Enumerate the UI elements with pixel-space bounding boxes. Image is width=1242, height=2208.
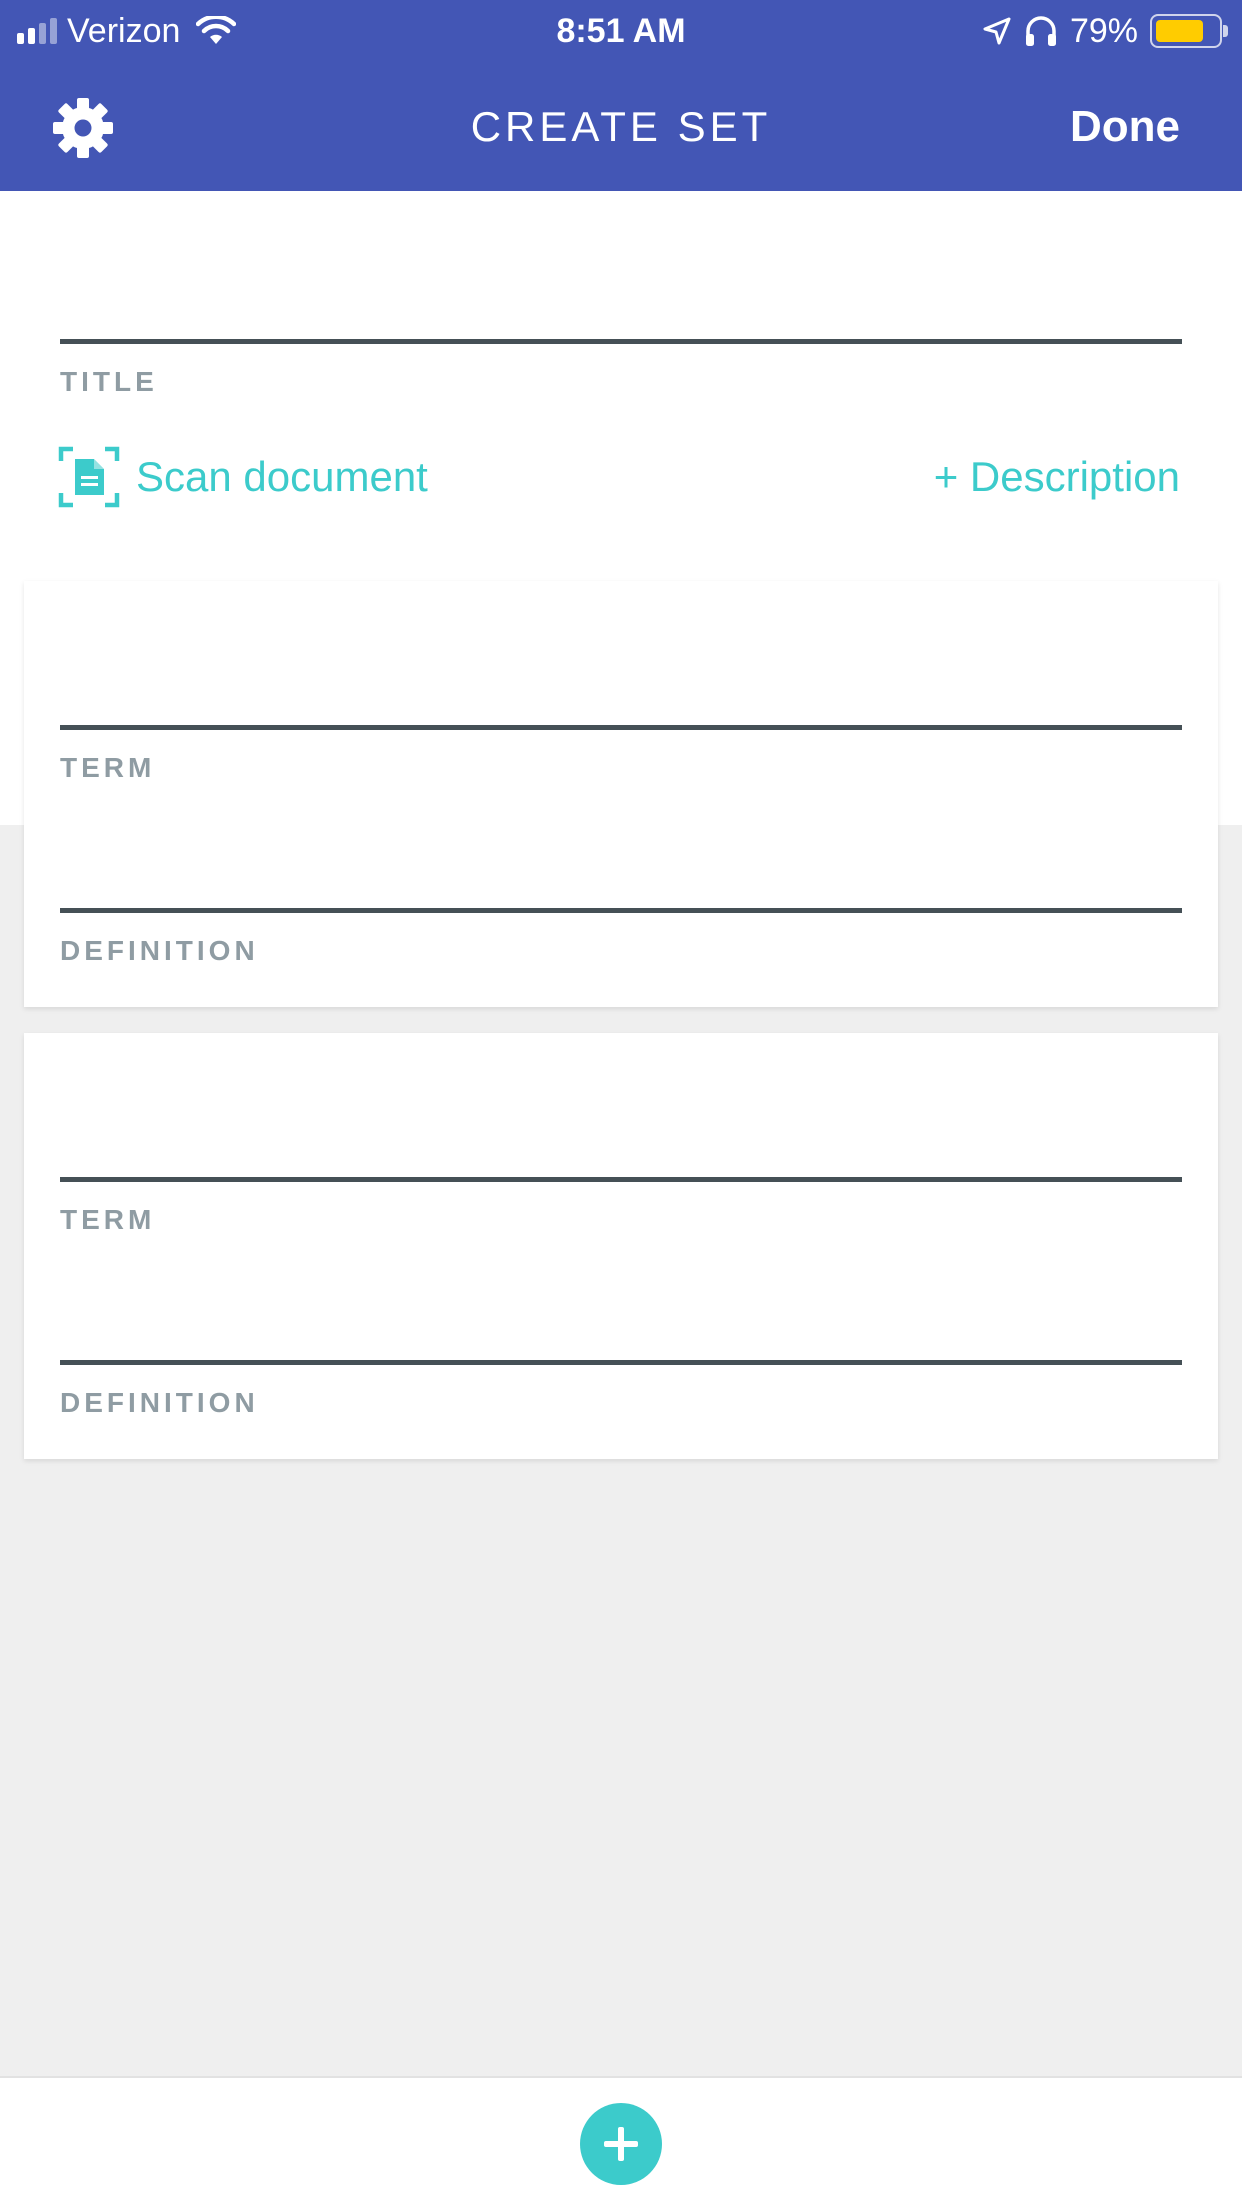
term-input[interactable] xyxy=(60,1078,1182,1148)
scan-document-label: Scan document xyxy=(136,453,428,500)
status-right: 79% xyxy=(982,8,1228,54)
add-description-button[interactable]: + Description xyxy=(934,449,1180,505)
battery-body xyxy=(1150,14,1222,48)
definition-field-underline xyxy=(60,1360,1182,1365)
definition-input[interactable] xyxy=(60,809,1182,879)
done-button[interactable]: Done xyxy=(1070,99,1180,155)
definition-field-underline xyxy=(60,908,1182,913)
scan-document-button[interactable]: Scan document xyxy=(58,444,428,510)
title-field-underline xyxy=(60,339,1182,344)
battery-percent: 79% xyxy=(1069,12,1138,50)
battery-icon xyxy=(1150,14,1228,48)
scan-document-icon xyxy=(58,446,120,508)
definition-label: DEFINITION xyxy=(60,935,259,966)
term-field-underline xyxy=(60,1177,1182,1182)
term-card: TERM DEFINITION xyxy=(24,1033,1218,1459)
header: Verizon 8:51 AM 79% CREATE SET Done xyxy=(0,0,1242,191)
headphones-icon xyxy=(1025,16,1056,46)
page-title: CREATE SET xyxy=(470,103,772,150)
definition-input[interactable] xyxy=(60,1261,1182,1331)
term-input[interactable] xyxy=(60,626,1182,696)
term-label: TERM xyxy=(60,752,156,783)
definition-label: DEFINITION xyxy=(60,1387,259,1418)
term-field-underline xyxy=(60,725,1182,730)
bottom-bar xyxy=(0,2076,1242,2208)
plus-icon xyxy=(604,2127,638,2161)
battery-fill xyxy=(1156,20,1203,42)
add-card-button[interactable] xyxy=(580,2103,662,2185)
nav-bar: CREATE SET Done xyxy=(0,62,1242,191)
title-input[interactable] xyxy=(60,296,1182,366)
title-label: TITLE xyxy=(60,366,158,397)
battery-nub xyxy=(1223,25,1228,37)
term-label: TERM xyxy=(60,1204,156,1235)
term-card: TERM DEFINITION xyxy=(24,581,1218,1007)
location-arrow-icon xyxy=(983,17,1011,45)
status-bar: Verizon 8:51 AM 79% xyxy=(0,0,1242,62)
